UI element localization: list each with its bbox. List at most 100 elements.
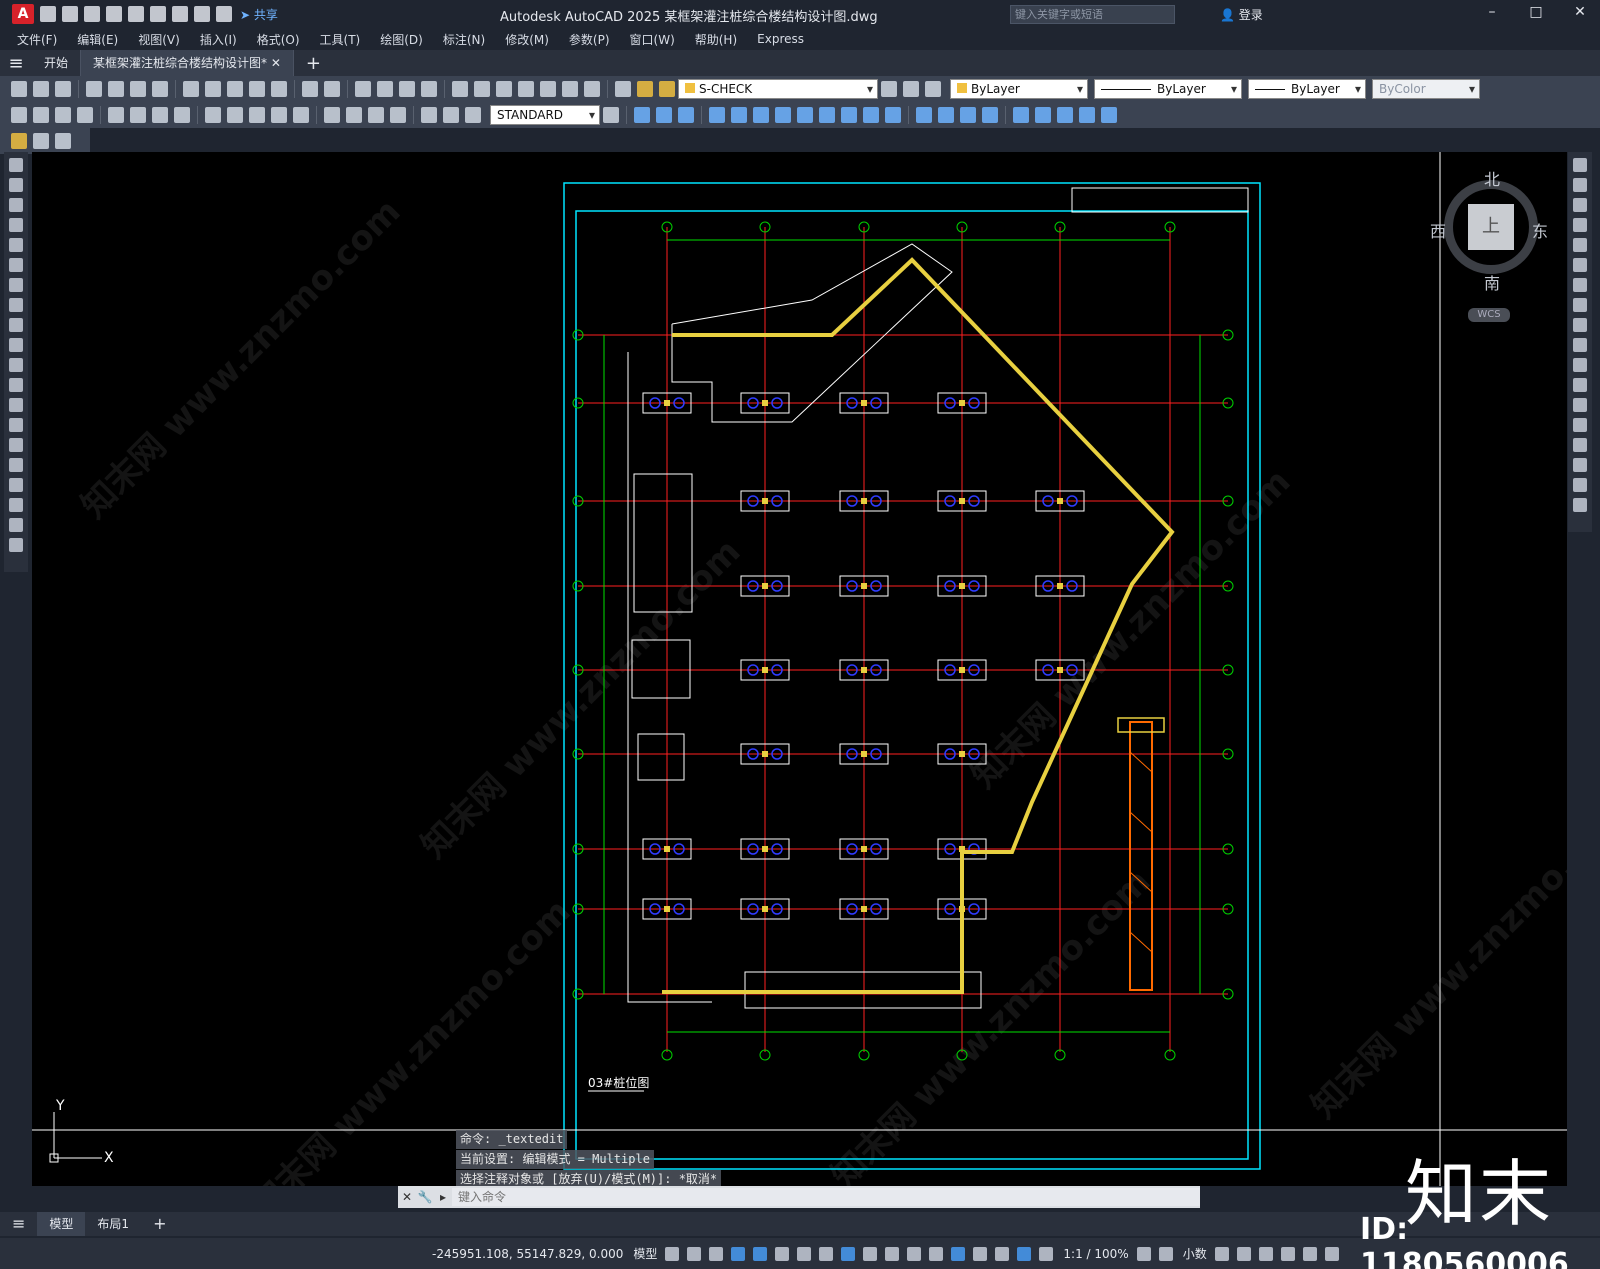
viewcube-top-face[interactable]: 上 xyxy=(1468,204,1514,250)
model-space-button[interactable]: 模型 xyxy=(633,1245,657,1262)
polar-icon[interactable] xyxy=(775,1246,790,1261)
close-command-line-icon[interactable]: ✕ xyxy=(398,1190,416,1204)
layer-state-icon[interactable] xyxy=(925,81,941,97)
layer-tools-icon[interactable] xyxy=(55,133,71,149)
baseline-icon[interactable] xyxy=(227,107,243,123)
calculator-icon[interactable] xyxy=(562,81,578,97)
cone-icon[interactable] xyxy=(678,107,694,123)
rotate-icon[interactable] xyxy=(1573,278,1587,292)
tab-close-icon[interactable]: ✕ xyxy=(271,56,281,70)
plotstyle-dropdown[interactable]: ByColor xyxy=(1372,79,1480,99)
mirror-icon[interactable] xyxy=(1573,198,1587,212)
new-file-icon[interactable] xyxy=(40,6,56,22)
dimension-update-icon[interactable] xyxy=(465,107,481,123)
ortho-icon[interactable] xyxy=(753,1246,768,1261)
tab-start[interactable]: 开始 xyxy=(32,50,82,76)
properties-icon[interactable] xyxy=(452,81,468,97)
wcs-menu-button[interactable]: WCS xyxy=(1468,308,1510,322)
minimize-button[interactable]: – xyxy=(1482,4,1502,24)
menu-window[interactable]: 窗口(W) xyxy=(630,31,675,48)
share-button[interactable]: ➤ 共享 xyxy=(240,6,278,23)
paste-icon[interactable] xyxy=(227,81,243,97)
isodraft-icon[interactable] xyxy=(797,1246,812,1261)
menu-hamburger-icon[interactable]: ≡ xyxy=(0,53,32,74)
graphics-performance-icon[interactable] xyxy=(1280,1246,1295,1261)
menu-view[interactable]: 视图(V) xyxy=(138,31,180,48)
maximize-button[interactable]: □ xyxy=(1526,4,1546,24)
design-center-icon[interactable] xyxy=(474,81,490,97)
separate-icon[interactable] xyxy=(841,107,857,123)
scale-icon[interactable] xyxy=(1573,298,1587,312)
menu-dimension[interactable]: 标注(N) xyxy=(443,31,485,48)
menu-help[interactable]: 帮助(H) xyxy=(695,31,737,48)
ellipse-arc-icon[interactable] xyxy=(9,358,23,372)
tool-palettes-icon[interactable] xyxy=(496,81,512,97)
menu-modify[interactable]: 修改(M) xyxy=(505,31,549,48)
layer-properties-icon[interactable] xyxy=(615,81,631,97)
imprint-icon[interactable] xyxy=(819,107,835,123)
dynamic-ucs-icon[interactable] xyxy=(951,1246,966,1261)
sheet-set-icon[interactable] xyxy=(518,81,534,97)
lineweight-dropdown[interactable]: ByLayer xyxy=(1248,79,1366,99)
auto-scale-icon[interactable] xyxy=(1039,1246,1054,1261)
annotation-monitor-icon[interactable] xyxy=(1158,1246,1173,1261)
help-icon[interactable] xyxy=(584,81,600,97)
hatch-icon[interactable] xyxy=(9,438,23,452)
redo-icon[interactable] xyxy=(216,6,232,22)
close-button[interactable]: ✕ xyxy=(1570,4,1590,24)
stretch-icon[interactable] xyxy=(1573,318,1587,332)
clean-screen-icon[interactable] xyxy=(1302,1246,1317,1261)
coordinates-readout[interactable]: -245951.108, 55147.829, 0.000 xyxy=(432,1247,623,1261)
explode-icon[interactable] xyxy=(1573,498,1587,512)
dimension-edit-icon[interactable] xyxy=(421,107,437,123)
linetype-dropdown[interactable]: ByLayer xyxy=(1094,79,1242,99)
workspace-icon[interactable] xyxy=(1136,1246,1151,1261)
dynamic-input-icon[interactable] xyxy=(731,1246,746,1261)
copy-icon[interactable] xyxy=(205,81,221,97)
open-file-icon[interactable] xyxy=(62,6,78,22)
chamfer-icon[interactable] xyxy=(1573,438,1587,452)
section-icon[interactable] xyxy=(775,107,791,123)
copy-object-icon[interactable] xyxy=(1573,178,1587,192)
units-display[interactable]: 小数 xyxy=(1183,1245,1207,1262)
save-icon[interactable] xyxy=(55,81,71,97)
customize-icon[interactable]: 🔧 xyxy=(416,1190,434,1204)
center-mark-icon[interactable] xyxy=(346,107,362,123)
menu-edit[interactable]: 编辑(E) xyxy=(77,31,118,48)
box-icon[interactable] xyxy=(634,107,650,123)
interfere-icon[interactable] xyxy=(797,107,813,123)
offset-icon[interactable] xyxy=(1573,218,1587,232)
plot-icon[interactable] xyxy=(172,6,188,22)
break-at-point-icon[interactable] xyxy=(1573,378,1587,392)
publish-icon[interactable] xyxy=(130,81,146,97)
quick-dimension-icon[interactable] xyxy=(205,107,221,123)
circle-icon[interactable] xyxy=(9,278,23,292)
web-save-icon[interactable] xyxy=(150,6,166,22)
zoom-previous-icon[interactable] xyxy=(421,81,437,97)
layout-menu-icon[interactable]: ≡ xyxy=(0,1212,37,1236)
zoom-window-icon[interactable] xyxy=(399,81,415,97)
gizmo-icon[interactable] xyxy=(995,1246,1010,1261)
mirror-3d-icon[interactable] xyxy=(1057,107,1073,123)
continue-icon[interactable] xyxy=(249,107,265,123)
rotate-3d-icon[interactable] xyxy=(1035,107,1051,123)
object-snap-tracking-icon[interactable] xyxy=(819,1246,834,1261)
menu-insert[interactable]: 插入(I) xyxy=(200,31,237,48)
point-icon[interactable] xyxy=(9,418,23,432)
save-as-icon[interactable] xyxy=(106,6,122,22)
menu-parametric[interactable]: 参数(P) xyxy=(569,31,610,48)
slice-icon[interactable] xyxy=(753,107,769,123)
union-icon[interactable] xyxy=(916,107,932,123)
image-icon[interactable] xyxy=(33,133,49,149)
selection-filter-icon[interactable] xyxy=(973,1246,988,1261)
login-button[interactable]: 👤 登录 xyxy=(1220,6,1263,23)
fillet-icon[interactable] xyxy=(1573,458,1587,472)
compass-west[interactable]: 西 xyxy=(1430,218,1446,242)
ordinate-icon[interactable] xyxy=(77,107,93,123)
object-snap-icon[interactable] xyxy=(841,1246,856,1261)
pan-icon[interactable] xyxy=(355,81,371,97)
line-icon[interactable] xyxy=(9,158,23,172)
move-icon[interactable] xyxy=(1573,258,1587,272)
match-properties-icon[interactable] xyxy=(249,81,265,97)
table-icon[interactable] xyxy=(9,498,23,512)
